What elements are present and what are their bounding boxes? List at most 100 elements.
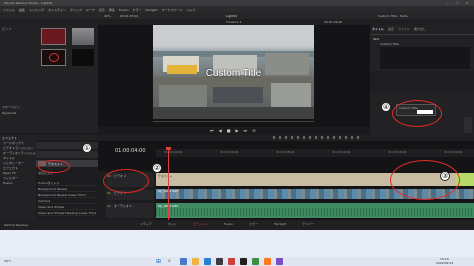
title-overlay[interactable]: Custom Title <box>153 68 314 79</box>
project-name: Light01 <box>226 14 238 18</box>
text-input-area[interactable] <box>380 47 470 69</box>
bin-item[interactable]: ビン 1 <box>2 27 11 31</box>
menu-item[interactable]: ワークスペース <box>162 8 183 12</box>
search-icon[interactable]: ⌕ <box>168 258 175 265</box>
weather-widget[interactable]: 28°C <box>4 259 11 263</box>
transport-button-icon[interactable]: ⏭ <box>244 128 248 133</box>
title-list: Fusionタイトル Background Reveal Background Re… <box>38 180 96 216</box>
menu-item[interactable]: クリップ <box>70 8 82 12</box>
clip-name: テキスト+ <box>158 174 173 178</box>
transport-button-icon[interactable]: ⏮ <box>210 128 214 133</box>
viewer-scrubber[interactable] <box>153 121 314 122</box>
transport-button-icon[interactable]: ▶ <box>235 128 238 133</box>
transport-button-icon[interactable]: ◀ <box>219 128 222 133</box>
viewer-panel: Custom Title <box>98 25 370 127</box>
menu-item[interactable]: 表示 <box>99 8 105 12</box>
windows-start-icon[interactable]: ⊞ <box>156 258 163 265</box>
roof <box>213 87 263 103</box>
effects-category[interactable]: Fusion <box>3 181 35 186</box>
inspector-tab[interactable]: 設定 <box>388 27 394 31</box>
building <box>159 85 207 107</box>
page-tab[interactable]: メディア <box>140 222 152 226</box>
app-logo: DaVinci Resolve <box>4 223 28 227</box>
app-icon[interactable] <box>264 258 271 265</box>
track-header-a1[interactable]: A1 オーディオ 1 <box>106 203 154 218</box>
menu-item[interactable]: トリミング <box>29 8 44 12</box>
effects-header: エフェクト <box>2 136 18 140</box>
value-column <box>464 117 472 133</box>
menu-item[interactable]: タイムライン <box>48 8 66 12</box>
top-toolbar: Light01 40% 00:01:05:04 Custom Title - T… <box>0 12 474 19</box>
audio-waveform <box>156 208 474 216</box>
edge-icon[interactable] <box>204 258 211 265</box>
menu-item[interactable]: 編集 <box>19 8 25 12</box>
inspector-tab[interactable]: タイトル <box>372 27 384 31</box>
building <box>271 83 311 107</box>
window-title: Davinci Resolve Studio - Light01 <box>4 1 53 5</box>
ruler-tick-label: 01:00:08:00 <box>276 150 295 154</box>
page-tab[interactable]: Fusion <box>224 222 234 226</box>
page-tab[interactable]: Fairlight <box>274 222 286 226</box>
playhead[interactable] <box>168 147 169 220</box>
menu-item[interactable]: カラー <box>133 8 142 12</box>
page-tab[interactable]: カット <box>168 222 177 226</box>
inspector-section[interactable]: Text <box>373 37 379 41</box>
taskbar-strip: 28°C ⊞ ⌕ 14:19 2022/09/13 <box>0 257 474 266</box>
playhead-handle[interactable] <box>166 147 171 150</box>
page-tab[interactable]: デリバー <box>302 222 314 226</box>
page-navigation: DaVinci Resolve メディア カット エディット Fusion カラー Fai… <box>0 220 474 230</box>
transport-controls: ⏮ ◀ ■ ▶ ⏭ ⟲ <box>210 128 256 133</box>
transport-button-icon[interactable]: ⟲ <box>252 128 255 133</box>
foreground <box>153 107 314 119</box>
annotation-number-1: ① <box>82 143 92 153</box>
menu-item[interactable]: Fairlight <box>146 8 158 12</box>
inspector-tab[interactable]: ファイル <box>398 27 410 31</box>
menu-item[interactable]: ファイル <box>3 8 15 12</box>
davinci-resolve-icon[interactable] <box>240 258 247 265</box>
viewer-image[interactable]: Custom Title <box>153 25 314 119</box>
inspector-header-title: Custom Title - Text+ <box>378 14 409 18</box>
track-name: オーディオ 1 <box>114 204 132 208</box>
media-thumbnail[interactable] <box>72 49 94 66</box>
file-explorer-icon[interactable] <box>192 258 199 265</box>
menu-item[interactable]: マーク <box>86 8 95 12</box>
divider <box>370 34 474 35</box>
page-tab[interactable]: エディット <box>193 222 208 226</box>
transport-button-icon[interactable]: ■ <box>227 128 231 133</box>
media-thumbnail[interactable] <box>41 28 66 45</box>
taskbar: 28°C ⊞ ⌕ 14:19 2022/09/13 <box>0 230 474 266</box>
store-icon[interactable] <box>216 258 223 265</box>
zoom-level[interactable]: 40% <box>104 14 111 18</box>
menu-item[interactable]: 再生 <box>109 8 115 12</box>
viewer-timecode-top: 00:01:05:04 <box>120 14 139 18</box>
selection-ring-icon <box>49 53 59 62</box>
keywords-label: Keywords <box>2 111 17 115</box>
app-icon[interactable] <box>228 258 235 265</box>
ruler-tick-label: 01:00:00:00 <box>164 150 183 154</box>
ruler-tick-label: 01:00:20:00 <box>444 150 463 154</box>
edit-tools-icons[interactable] <box>273 136 363 139</box>
app-icon[interactable] <box>252 258 259 265</box>
title-list-item[interactable]: Clean and Simple Heading Lower Third <box>38 210 96 216</box>
timeline-timecode: 01:00:04:00 <box>115 148 146 154</box>
media-thumbnail[interactable] <box>41 49 66 66</box>
audio-clip[interactable]: DJI_0001.MP4 <box>156 203 474 218</box>
minimize-button[interactable]: — <box>446 1 449 5</box>
app-icon[interactable] <box>276 258 283 265</box>
task-view-icon[interactable] <box>180 258 187 265</box>
media-thumbnail[interactable] <box>72 28 94 45</box>
maximize-button[interactable]: ☐ <box>456 1 459 5</box>
annotation-number-4: ④ <box>381 102 391 112</box>
timeline-ruler[interactable]: 01:00:00:00 01:00:04:00 01:00:08:00 01:00:1… <box>156 149 474 157</box>
menu-item[interactable]: ヘルプ <box>186 8 195 12</box>
bin-list: ビン 1 スマートビン Keywords <box>0 25 36 133</box>
menu-item[interactable]: Fusion <box>119 8 129 12</box>
close-button[interactable]: ✕ <box>466 1 469 5</box>
page-tab[interactable]: カラー <box>249 222 258 226</box>
inspector-tab[interactable]: 書き出し <box>414 27 426 31</box>
clock-date[interactable]: 2022/09/13 <box>436 261 453 265</box>
media-pool <box>36 25 98 133</box>
inspector-tabs: タイトル 設定 ファイル 書き出し <box>372 27 426 31</box>
smart-bin-label: スマートビン <box>2 105 20 109</box>
timeline-name[interactable]: Timeline 1 <box>226 20 242 24</box>
